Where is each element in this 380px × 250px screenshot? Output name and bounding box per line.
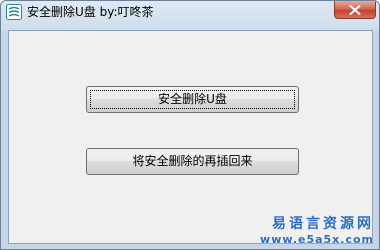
- usb-drive-icon: [6, 4, 22, 20]
- watermark-url: www.e5a5x.com: [260, 233, 374, 246]
- watermark-site-name: 易语言资源网: [272, 216, 374, 232]
- safe-remove-usb-button[interactable]: 安全删除U盘: [86, 86, 299, 113]
- reinsert-usb-button[interactable]: 将安全删除的再插回来: [86, 148, 299, 175]
- window-title: 安全删除U盘 by:叮咚茶: [27, 5, 154, 19]
- close-button[interactable]: [334, 1, 376, 19]
- window-client-area: 安全删除U盘 将安全删除的再插回来: [8, 30, 373, 244]
- title-bar[interactable]: 安全删除U盘 by:叮咚茶: [1, 1, 379, 23]
- app-window: 安全删除U盘 by:叮咚茶 安全删除U盘 将安全删除的再插回来 易语言资源网 w…: [0, 0, 380, 250]
- close-icon: [349, 5, 361, 15]
- watermark: 易语言资源网 www.e5a5x.com: [260, 213, 378, 249]
